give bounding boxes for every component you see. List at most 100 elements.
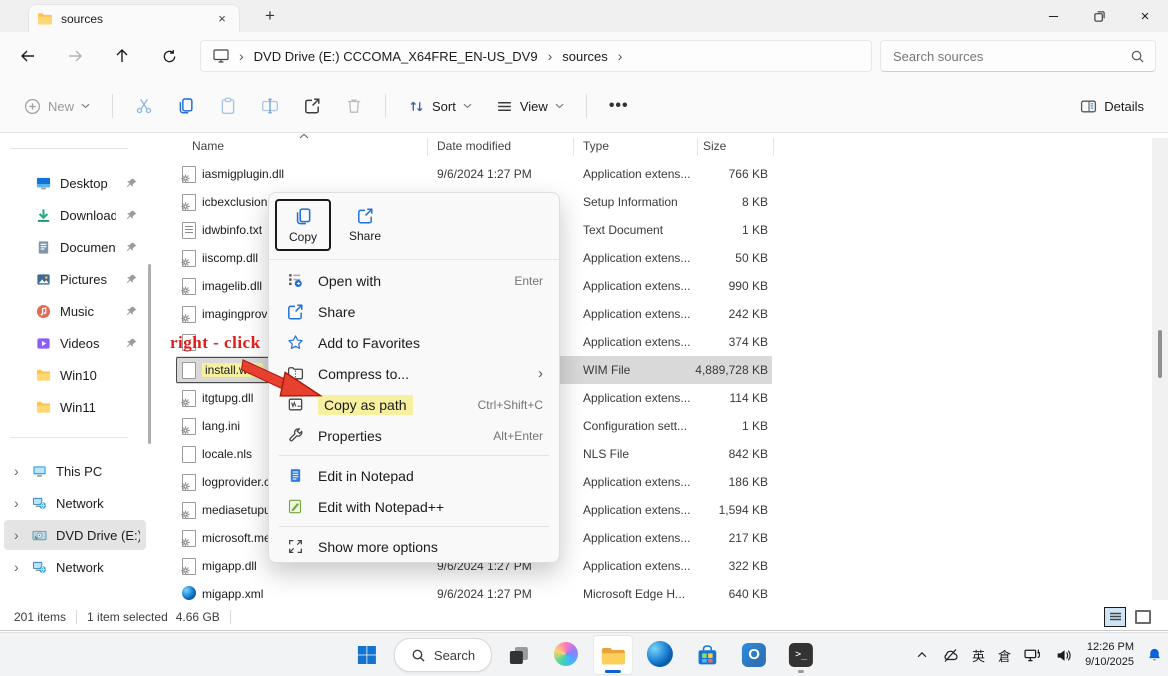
sort-ascending-icon bbox=[299, 133, 309, 139]
file-type-icon bbox=[182, 446, 198, 462]
address-bar: › DVD Drive (E:) CCCOMA_X64FRE_EN-US_DV9… bbox=[0, 32, 1168, 80]
share-icon bbox=[303, 97, 321, 115]
column-name[interactable]: Name bbox=[192, 139, 224, 153]
menu-item-share[interactable]: Share bbox=[275, 296, 553, 327]
breadcrumb-drive[interactable]: DVD Drive (E:) CCCOMA_X64FRE_EN-US_DV9 bbox=[254, 49, 538, 64]
cut-button[interactable] bbox=[125, 90, 163, 122]
notification-bell-icon[interactable] bbox=[1147, 647, 1162, 663]
star-icon bbox=[285, 334, 305, 351]
outlook-button[interactable]: O bbox=[734, 635, 774, 675]
file-explorer-window: sources × + × › DVD Drive (E:) CCCOMA_X6… bbox=[0, 0, 1168, 631]
details-pane-button[interactable]: Details bbox=[1070, 91, 1154, 122]
search-input[interactable] bbox=[891, 48, 1130, 65]
forward-button[interactable] bbox=[61, 42, 89, 70]
file-row-migapp-xml[interactable]: migapp.xml9/6/2024 1:27 PMMicrosoft Edge… bbox=[176, 580, 772, 604]
clock[interactable]: 12:26 PM 9/10/2025 bbox=[1085, 640, 1134, 670]
file-type-icon bbox=[182, 250, 198, 266]
paste-button[interactable] bbox=[209, 90, 247, 122]
status-bar: 201 items 1 item selected 4.66 GB bbox=[0, 604, 1168, 629]
onedrive-paused-icon[interactable] bbox=[942, 648, 959, 663]
column-divider[interactable] bbox=[697, 138, 698, 156]
new-button[interactable]: New bbox=[14, 91, 100, 122]
menu-item-open-with[interactable]: Open withEnter bbox=[275, 265, 553, 296]
context-share-button[interactable]: Share bbox=[337, 199, 393, 251]
store-icon bbox=[695, 643, 720, 668]
clock-date: 9/10/2025 bbox=[1085, 655, 1134, 670]
tray-chevron-up-icon[interactable] bbox=[915, 648, 929, 662]
copilot-button[interactable] bbox=[546, 635, 586, 675]
breadcrumb[interactable]: › DVD Drive (E:) CCCOMA_X64FRE_EN-US_DV9… bbox=[200, 40, 872, 72]
tab-close-icon[interactable]: × bbox=[213, 11, 231, 26]
back-button[interactable] bbox=[14, 42, 42, 70]
task-view-button[interactable] bbox=[499, 635, 539, 675]
wrench-icon bbox=[285, 427, 305, 444]
sort-button[interactable]: Sort bbox=[398, 91, 482, 122]
copy-icon bbox=[294, 207, 313, 226]
toolbar-separator bbox=[586, 94, 587, 118]
copy-button[interactable] bbox=[167, 90, 205, 122]
column-divider[interactable] bbox=[773, 138, 774, 156]
menu-item-edit-with-notepad[interactable]: Edit with Notepad++ bbox=[275, 491, 553, 522]
file-type-icon bbox=[182, 222, 198, 238]
status-divider bbox=[76, 610, 77, 624]
context-copy-button[interactable]: Copy bbox=[275, 199, 331, 251]
scissors-icon bbox=[135, 97, 153, 115]
column-divider[interactable] bbox=[427, 138, 428, 156]
column-header: Name Date modified Type Size bbox=[0, 134, 1152, 160]
large-icons-view-toggle[interactable] bbox=[1132, 607, 1154, 627]
taskbar: Search O>_ 英 倉 12:26 PM 9/10/2025 bbox=[0, 632, 1168, 676]
volume-icon[interactable] bbox=[1055, 647, 1072, 664]
window-scrollbar[interactable] bbox=[1152, 138, 1168, 600]
file-type-icon bbox=[182, 390, 198, 406]
edge-button[interactable] bbox=[640, 635, 680, 675]
explorer-icon bbox=[600, 642, 627, 669]
file-explorer-button[interactable] bbox=[593, 635, 633, 675]
view-button[interactable]: View bbox=[486, 91, 574, 122]
refresh-button[interactable] bbox=[155, 42, 183, 70]
breadcrumb-folder[interactable]: sources bbox=[562, 49, 608, 64]
menu-separator bbox=[279, 526, 549, 527]
file-type-icon bbox=[182, 166, 198, 182]
menu-item-add-to-favorites[interactable]: Add to Favorites bbox=[275, 327, 553, 358]
file-type-icon bbox=[182, 306, 198, 322]
menu-item-show-more-options[interactable]: Show more options bbox=[275, 531, 553, 562]
file-type-icon bbox=[182, 362, 198, 378]
start-button[interactable] bbox=[347, 635, 387, 675]
explorer-tab[interactable]: sources × bbox=[28, 4, 240, 32]
column-size[interactable]: Size bbox=[703, 139, 726, 153]
copilot-icon bbox=[554, 642, 578, 669]
delete-button[interactable] bbox=[335, 90, 373, 122]
up-button[interactable] bbox=[108, 42, 136, 70]
column-date-modified[interactable]: Date modified bbox=[437, 139, 511, 153]
file-type-icon bbox=[182, 194, 198, 210]
search-box bbox=[880, 40, 1156, 72]
menu-item-edit-in-notepad[interactable]: Edit in Notepad bbox=[275, 460, 553, 491]
minimize-button[interactable] bbox=[1030, 0, 1076, 32]
copy-icon bbox=[177, 97, 195, 115]
details-view-toggle[interactable] bbox=[1104, 607, 1126, 627]
network-icon[interactable] bbox=[1024, 647, 1042, 664]
file-list: iasmigplugin.dll9/6/2024 1:27 PMApplicat… bbox=[0, 160, 1152, 604]
microsoft-store-button[interactable] bbox=[687, 635, 727, 675]
rename-button[interactable] bbox=[251, 90, 289, 122]
more-options-button[interactable]: ••• bbox=[599, 90, 639, 122]
ime-mode-indicator[interactable]: 倉 bbox=[998, 646, 1011, 665]
taskbar-apps: Search O>_ bbox=[347, 633, 821, 676]
share-blue-icon bbox=[285, 303, 305, 321]
item-count: 201 items bbox=[14, 610, 66, 624]
column-type[interactable]: Type bbox=[583, 139, 609, 153]
taskbar-search[interactable]: Search bbox=[394, 638, 492, 672]
new-tab-button[interactable]: + bbox=[258, 6, 282, 26]
restore-button[interactable] bbox=[1076, 0, 1122, 32]
column-divider[interactable] bbox=[573, 138, 574, 156]
view-icon bbox=[496, 98, 513, 115]
file-row-iasmigplugin-dll[interactable]: iasmigplugin.dll9/6/2024 1:27 PMApplicat… bbox=[176, 160, 772, 188]
ime-language-indicator[interactable]: 英 bbox=[972, 646, 985, 665]
details-pane-icon bbox=[1080, 98, 1097, 115]
share-button[interactable] bbox=[293, 90, 331, 122]
share-blue-icon bbox=[356, 207, 374, 225]
terminal-button[interactable]: >_ bbox=[781, 635, 821, 675]
menu-item-properties[interactable]: PropertiesAlt+Enter bbox=[275, 420, 553, 451]
close-button[interactable]: × bbox=[1122, 0, 1168, 32]
scrollbar-thumb[interactable] bbox=[1158, 330, 1162, 378]
